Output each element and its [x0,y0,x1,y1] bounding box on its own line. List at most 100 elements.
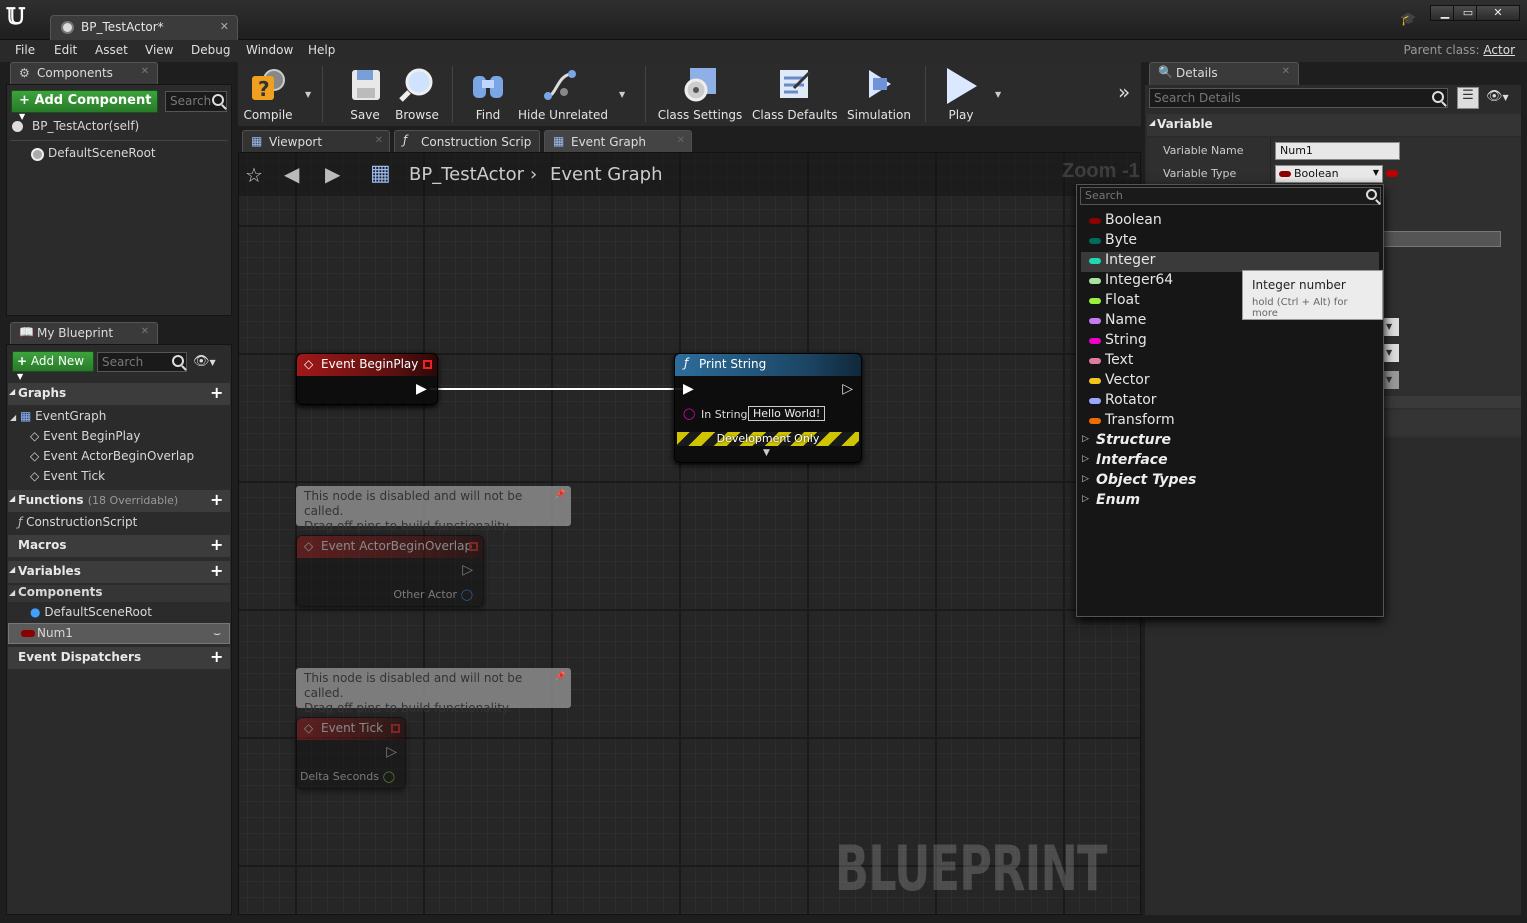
compile-button[interactable]: ? Compile [240,62,296,126]
simulation-button[interactable]: Simulation [845,62,913,126]
menu-help[interactable]: Help [308,43,335,57]
close-icon[interactable]: ✕ [141,66,149,77]
menu-debug[interactable]: Debug [191,43,230,57]
details-tab[interactable]: 🔍 Details ✕ [1149,62,1299,85]
construction-script-item[interactable]: ƒ ConstructionScript [18,515,137,535]
close-icon[interactable]: ✕ [1282,66,1290,77]
default-scene-root-variable[interactable]: ● DefaultSceneRoot [30,605,152,625]
close-icon[interactable]: ✕ [677,135,685,146]
event-actorbeginoverlap-node[interactable]: ◇ Event ActorBeginOverlap ▷ Other Actor … [296,535,484,607]
dropdown-arrow[interactable]: ▼ [1383,318,1399,336]
tooltip-field[interactable] [1383,231,1501,247]
close-icon[interactable]: ✕ [375,135,383,146]
delegate-pin-icon[interactable] [391,724,400,733]
my-blueprint-search-input[interactable]: Search [97,352,187,372]
type-option-integer[interactable]: Integer [1081,252,1379,272]
hide-unrelated-button[interactable]: Hide Unrelated [518,62,608,126]
graphs-header[interactable]: ◢ Graphs + [8,383,230,405]
variable-name-input[interactable]: Num1 [1275,142,1400,160]
type-option-string[interactable]: String [1081,332,1379,352]
type-category-interface[interactable]: Interface [1082,452,1168,468]
event-actorbeginoverlap-item[interactable]: ◇ Event ActorBeginOverlap [30,449,194,469]
close-window-button[interactable]: ✕ [1476,5,1520,21]
class-defaults-button[interactable]: Class Defaults [752,62,837,126]
save-button[interactable]: Save [340,62,390,126]
type-category-object-types[interactable]: Object Types [1082,472,1196,488]
variables-header[interactable]: ◢ Variables + [8,561,230,583]
event-graph-item[interactable]: ◢ ▦ EventGraph [10,409,106,429]
back-arrow-icon[interactable]: ◀ [284,162,299,186]
container-type-icon[interactable] [1386,170,1398,177]
eye-icon[interactable]: 👁▼ [1486,89,1509,104]
tab-event-graph[interactable]: ▦ Event Graph ✕ [544,130,692,152]
my-blueprint-tab[interactable]: 📖 My Blueprint ✕ [10,322,158,344]
compile-options-dropdown[interactable]: ▼ [305,90,311,99]
add-new-button[interactable]: + Add New ▼ [12,351,94,381]
add-macro-icon[interactable]: + [210,537,224,553]
dropdown-arrow[interactable]: ▼ [1383,371,1399,389]
event-tick-item[interactable]: ◇ Event Tick [30,469,105,489]
forward-arrow-icon[interactable]: ▶ [325,162,340,186]
in-string-input[interactable]: Hello World! [748,406,826,421]
exec-in-pin[interactable]: ▶ [683,381,694,397]
event-dispatchers-header[interactable]: Event Dispatchers + [8,647,230,669]
exec-out-pin[interactable]: ▷ [462,562,473,578]
menu-file[interactable]: File [15,43,35,57]
add-dispatcher-icon[interactable]: + [210,649,224,665]
find-button[interactable]: Find [464,62,512,126]
type-option-vector[interactable]: Vector [1081,372,1379,392]
play-button[interactable]: Play [936,62,986,126]
menu-edit[interactable]: Edit [54,43,77,57]
variable-num1-item[interactable]: Num1 ⌣ [8,623,230,644]
components-tab[interactable]: ⚙ Components ✕ [10,62,158,84]
menu-asset[interactable]: Asset [95,43,128,57]
type-category-enum[interactable]: Enum [1082,492,1140,508]
add-component-button[interactable]: + Add Component ▼ [11,90,158,121]
exec-out-pin[interactable]: ▶ [416,381,427,397]
event-beginplay-node[interactable]: ◇ Event BeginPlay ▶ [296,353,438,405]
type-option-rotator[interactable]: Rotator [1081,392,1379,412]
pin-comment-icon[interactable]: 📌 [555,670,566,685]
object-pin-icon[interactable]: ◯ [461,588,473,601]
hide-unrelated-dropdown[interactable]: ▼ [619,90,625,99]
event-tick-node[interactable]: ◇ Event Tick ▷ Delta Seconds ◯ [296,717,406,789]
toolbar-overflow-icon[interactable]: » [1118,80,1130,104]
variable-type-dropdown[interactable]: Boolean ▼ [1275,165,1383,183]
delegate-pin-icon[interactable] [423,360,432,369]
component-self[interactable]: BP_TestActor(self) [32,119,139,139]
add-graph-icon[interactable]: + [210,385,224,401]
type-option-boolean[interactable]: Boolean [1081,212,1379,232]
delegate-pin-icon[interactable] [469,542,478,551]
expand-chevron-icon[interactable]: ▼ [763,448,770,458]
add-variable-icon[interactable]: + [210,563,224,579]
menu-window[interactable]: Window [246,43,293,57]
string-pin-icon[interactable]: ◯ [683,407,695,420]
float-pin-icon[interactable]: ◯ [383,770,395,783]
components-category[interactable]: ◢ Components [8,585,230,602]
type-option-text[interactable]: Text [1081,352,1379,372]
functions-header[interactable]: ◢ Functions (18 Overridable) + [8,490,230,512]
details-search-input[interactable]: Search Details [1149,88,1448,108]
macros-header[interactable]: Macros + [8,535,230,557]
property-matrix-icon[interactable]: ☰ [1457,87,1479,109]
close-icon[interactable]: ✕ [141,326,149,337]
class-settings-button[interactable]: Class Settings [657,62,743,126]
close-tab-icon[interactable]: ✕ [220,20,229,33]
type-option-transform[interactable]: Transform [1081,412,1379,432]
type-category-structure[interactable]: Structure [1082,432,1171,448]
exec-out-pin[interactable]: ▷ [386,744,397,760]
breadcrumb-root[interactable]: BP_TestActor [409,164,524,185]
visibility-eye-icon[interactable]: ⌣ [213,626,221,641]
event-beginplay-item[interactable]: ◇ Event BeginPlay [30,429,140,449]
tab-viewport[interactable]: ▦ Viewport ✕ [242,130,390,152]
type-option-byte[interactable]: Byte [1081,232,1379,252]
tab-construction-script[interactable]: ƒ Construction Scrip [394,130,540,152]
favorite-star-icon[interactable]: ☆ [245,163,263,187]
component-default-scene-root[interactable]: DefaultSceneRoot [48,146,156,166]
menu-view[interactable]: View [145,43,173,57]
components-search-input[interactable]: Search [165,91,227,112]
add-function-icon[interactable]: + [210,492,224,508]
print-string-node[interactable]: ƒ Print String ▶ ▷ ◯ In String Hello Wor… [674,353,862,463]
pin-comment-icon[interactable]: 📌 [555,488,566,503]
exec-out-pin[interactable]: ▷ [842,381,853,397]
